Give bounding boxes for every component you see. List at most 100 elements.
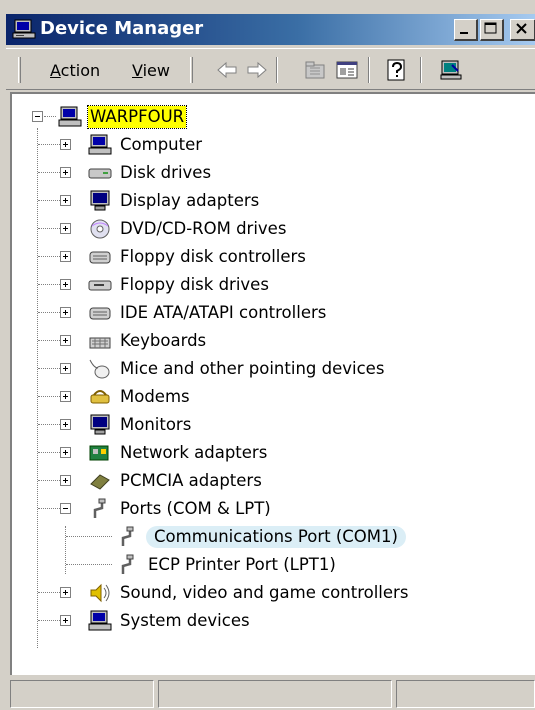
modem-icon [90, 390, 110, 404]
tree-category[interactable]: Keyboards [88, 328, 208, 354]
tree-expand-toggle[interactable] [60, 391, 71, 402]
tree-line [38, 144, 60, 145]
tree-expand-toggle[interactable] [60, 335, 71, 346]
tree-category[interactable]: Disk drives [88, 160, 213, 186]
monitor-icon [90, 414, 110, 435]
tree-category-label: PCMCIA adapters [120, 471, 262, 490]
tree-category[interactable]: Floppy disk controllers [88, 244, 308, 270]
tree-category[interactable]: DVD/CD-ROM drives [88, 216, 288, 242]
tree-device-label: Communications Port (COM1) [146, 526, 406, 548]
tree-line [38, 312, 60, 313]
menu-action-rest: ction [60, 61, 101, 80]
tree-line [65, 526, 66, 574]
menu-action-accel: A [50, 61, 61, 80]
controller-icon [89, 251, 111, 264]
minimize-button[interactable] [454, 19, 478, 41]
tree-category[interactable]: Display adapters [88, 188, 261, 214]
help-icon[interactable] [384, 57, 410, 83]
close-button[interactable] [510, 19, 535, 41]
tree-line [38, 424, 60, 425]
tree-line [38, 480, 60, 481]
tree-category-label: DVD/CD-ROM drives [120, 219, 287, 238]
tree-category[interactable]: Modems [88, 384, 192, 410]
tree-line [38, 200, 60, 201]
tree-line [38, 396, 60, 397]
tree-line [38, 284, 60, 285]
folder-up-icon[interactable] [302, 57, 328, 83]
title-bar[interactable]: Device Manager [6, 14, 535, 45]
tree-expand-toggle[interactable] [60, 475, 71, 486]
tree-category[interactable]: Monitors [88, 412, 193, 438]
tree-category[interactable]: Mice and other pointing devices [88, 356, 386, 382]
tree-line [38, 256, 60, 257]
menu-view-accel: V [132, 61, 143, 80]
tree-category[interactable]: IDE ATA/ATAPI controllers [88, 300, 328, 326]
tree-line [38, 368, 60, 369]
tree-root[interactable]: WARPFOUR [58, 104, 188, 130]
tree-category[interactable]: Network adapters [88, 440, 269, 466]
tree-expand-toggle[interactable] [60, 195, 71, 206]
device-tree[interactable]: WARPFOUR Computer Disk drives Display adap… [10, 92, 535, 675]
tree-expand-toggle[interactable] [60, 223, 71, 234]
tree-expand-toggle[interactable] [60, 587, 71, 598]
computer-icon [88, 134, 112, 155]
tree-category-label: Computer [120, 135, 203, 154]
port-icon [121, 526, 134, 546]
tree-line [38, 228, 60, 229]
status-pane-1 [10, 680, 154, 708]
tree-line [38, 592, 60, 593]
menu-view-rest: iew [142, 61, 170, 80]
tree-category-label: Disk drives [120, 163, 212, 182]
computer-icon [88, 610, 112, 631]
tree-expand-toggle[interactable] [60, 615, 71, 626]
root-collapse-toggle[interactable] [32, 111, 43, 122]
scan-hardware-icon[interactable] [438, 57, 464, 83]
menu-toolbar: Action View [6, 48, 535, 90]
tree-expand-toggle[interactable] [60, 307, 71, 318]
tree-expand-toggle[interactable] [60, 503, 71, 514]
status-pane-3 [396, 680, 535, 708]
tree-category[interactable]: PCMCIA adapters [88, 468, 264, 494]
maximize-button[interactable] [480, 19, 504, 41]
tree-category[interactable]: Ports (COM & LPT) [88, 496, 273, 522]
tree-category-label: Floppy disk drives [120, 275, 269, 294]
pcmcia-icon [90, 474, 110, 490]
menu-grip[interactable] [18, 57, 21, 83]
back-arrow-icon[interactable] [214, 57, 240, 83]
tree-category-label: IDE ATA/ATAPI controllers [120, 303, 327, 322]
tree-category[interactable]: Computer [88, 132, 204, 158]
tree-category-label: Sound, video and game controllers [120, 583, 409, 602]
tree-category-label: Keyboards [120, 331, 207, 350]
tree-line [38, 620, 60, 621]
tree-line [38, 508, 60, 509]
tree-category-label: System devices [120, 611, 250, 630]
tree-device[interactable]: ECP Printer Port (LPT1) [116, 552, 338, 578]
tree-line [38, 452, 60, 453]
tree-category-label: Mice and other pointing devices [120, 359, 385, 378]
tree-category[interactable]: System devices [88, 608, 252, 634]
tree-category[interactable]: Floppy disk drives [88, 272, 271, 298]
tree-expand-toggle[interactable] [60, 363, 71, 374]
tree-line [44, 116, 56, 117]
port-icon [121, 554, 134, 574]
tree-expand-toggle[interactable] [60, 167, 71, 178]
properties-icon[interactable] [334, 57, 360, 83]
tree-expand-toggle[interactable] [60, 419, 71, 430]
tree-category-label: Display adapters [120, 191, 260, 210]
monitor-icon [90, 190, 110, 211]
tree-category[interactable]: Sound, video and game controllers [88, 580, 410, 606]
menu-view[interactable]: View [132, 61, 170, 80]
toolbar-separator-2 [368, 57, 370, 83]
tree-expand-toggle[interactable] [60, 251, 71, 262]
tree-expand-toggle[interactable] [60, 139, 71, 150]
tree-line [66, 564, 112, 565]
toolbar-grip[interactable] [190, 57, 193, 83]
forward-arrow-icon[interactable] [244, 57, 270, 83]
tree-expand-toggle[interactable] [60, 447, 71, 458]
menu-action[interactable]: Action [50, 61, 100, 80]
tree-expand-toggle[interactable] [60, 279, 71, 290]
tree-line [38, 340, 60, 341]
toolbar-separator-3 [420, 57, 422, 83]
tree-device-selected[interactable]: Communications Port (COM1) [116, 524, 406, 550]
device-manager-window: Device Manager Action View WARPFOUR Comp… [0, 0, 535, 710]
